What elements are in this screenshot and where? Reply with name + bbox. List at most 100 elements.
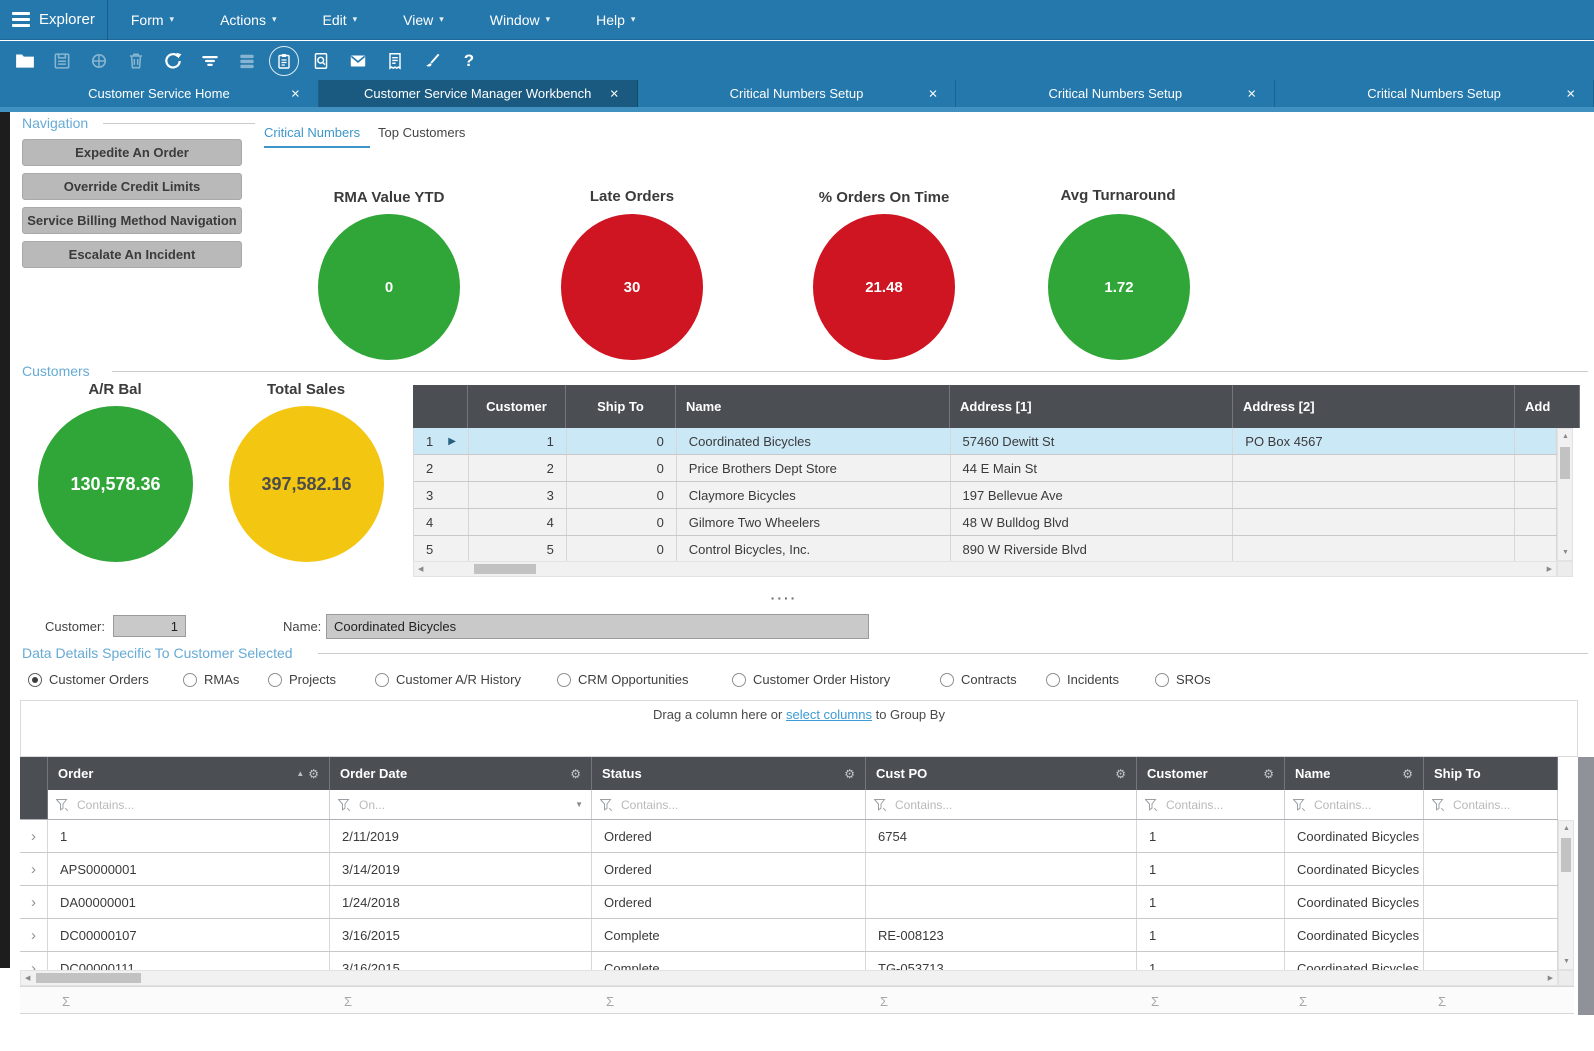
order-row-2[interactable]: › APS0000001 3/14/2019 Ordered 1 Coordin… [20, 853, 1558, 886]
name-field[interactable] [326, 614, 869, 639]
filter-funnel-icon[interactable] [1293, 799, 1306, 811]
customer-field[interactable] [113, 615, 186, 637]
column-header-address-2[interactable]: Address [2] [1233, 385, 1515, 428]
orders-vertical-scrollbar[interactable]: ▲ ▼ [1558, 820, 1574, 970]
invoice-icon[interactable] [380, 46, 410, 76]
radio-sros[interactable]: SROs [1155, 672, 1211, 687]
menu-actions[interactable]: Actions▾ [197, 0, 299, 40]
scroll-down-icon[interactable]: ▼ [1562, 549, 1569, 556]
delete-trash-icon[interactable] [121, 46, 151, 76]
help-icon[interactable]: ? [454, 46, 484, 76]
expand-row-icon[interactable]: › [31, 927, 36, 944]
filter-funnel-icon[interactable] [1432, 799, 1445, 811]
tab-critical-numbers-setup-3[interactable]: Critical Numbers Setup × [1275, 80, 1594, 107]
close-icon[interactable]: × [1247, 85, 1256, 102]
close-icon[interactable]: × [929, 85, 938, 102]
filter-funnel-icon[interactable] [874, 799, 887, 811]
save-icon[interactable] [47, 46, 77, 76]
column-header-address-3[interactable]: Add [1515, 385, 1580, 428]
tab-top-customers[interactable]: Top Customers [378, 125, 465, 140]
scrollbar-thumb[interactable] [36, 973, 141, 983]
radio-incidents[interactable]: Incidents [1046, 672, 1119, 687]
scrollbar-thumb[interactable] [1560, 447, 1570, 479]
scroll-right-icon[interactable]: ▶ [1548, 975, 1553, 982]
filter-funnel-icon[interactable] [338, 799, 351, 811]
order-row-1[interactable]: › 1 2/11/2019 Ordered 6754 1 Coordinated… [20, 820, 1558, 853]
workbench-clipboard-icon[interactable] [269, 46, 299, 76]
hamburger-menu-icon[interactable] [12, 12, 30, 27]
target-icon[interactable] [84, 46, 114, 76]
customer-row-4[interactable]: 4 4 0 Gilmore Two Wheelers 48 W Bulldog … [414, 509, 1557, 536]
row-layout-icon[interactable] [232, 46, 262, 76]
column-header-order-date[interactable]: Order Date⚙ [330, 757, 592, 790]
order-row-5[interactable]: › DC00000111 3/16/2015 Complete TG-05371… [20, 952, 1558, 970]
tab-customer-service-home[interactable]: Customer Service Home × [0, 80, 319, 107]
expand-row-icon[interactable]: › [31, 894, 36, 911]
service-billing-method-navigation-button[interactable]: Service Billing Method Navigation [22, 207, 242, 234]
escalate-an-incident-button[interactable]: Escalate An Incident [22, 241, 242, 268]
column-settings-gear-icon[interactable]: ⚙ [570, 767, 581, 781]
scroll-left-icon[interactable]: ◀ [25, 975, 30, 982]
radio-customer-order-history[interactable]: Customer Order History [732, 672, 890, 687]
filter-customer-input[interactable] [1164, 797, 1276, 813]
close-icon[interactable]: × [291, 85, 300, 102]
filter-ship-to-input[interactable] [1451, 797, 1549, 813]
orders-horizontal-scrollbar[interactable]: ◀ ▶ [20, 970, 1558, 986]
filter-cell-name[interactable] [1285, 790, 1424, 819]
close-icon[interactable]: × [610, 85, 619, 102]
column-header-status[interactable]: Status⚙ [592, 757, 866, 790]
radio-contracts[interactable]: Contracts [940, 672, 1017, 687]
filter-order-input[interactable] [75, 797, 321, 813]
filter-cell-cust-po[interactable] [866, 790, 1137, 819]
filter-cell-order[interactable] [48, 790, 330, 819]
filter-funnel-icon[interactable] [56, 799, 69, 811]
column-header-order[interactable]: Order▲⚙ [48, 757, 330, 790]
filter-icon[interactable] [195, 46, 225, 76]
customers-horizontal-scrollbar[interactable]: ◀ ▶ [413, 561, 1557, 577]
tab-critical-numbers[interactable]: Critical Numbers [264, 125, 360, 140]
filter-cell-status[interactable] [592, 790, 866, 819]
menu-window[interactable]: Window▾ [467, 0, 573, 40]
filter-status-input[interactable] [619, 797, 857, 813]
explorer-menu[interactable]: Explorer [39, 11, 95, 28]
open-folder-icon[interactable] [10, 46, 40, 76]
column-header-customer[interactable]: Customer [468, 385, 566, 428]
override-credit-limits-button[interactable]: Override Credit Limits [22, 173, 242, 200]
scroll-down-icon[interactable]: ▼ [1563, 958, 1570, 965]
filter-name-input[interactable] [1312, 797, 1415, 813]
tab-customer-service-manager-workbench[interactable]: Customer Service Manager Workbench × [319, 80, 638, 107]
select-columns-link[interactable]: select columns [786, 707, 872, 722]
filter-cell-customer[interactable] [1137, 790, 1285, 819]
menu-form[interactable]: Form▾ [108, 0, 197, 40]
column-settings-gear-icon[interactable]: ⚙ [308, 767, 319, 781]
filter-cell-ship-to[interactable] [1424, 790, 1558, 819]
filter-order-date-input[interactable] [357, 797, 583, 813]
expand-row-icon[interactable]: › [31, 861, 36, 878]
customer-row-2[interactable]: 2 2 0 Price Brothers Dept Store 44 E Mai… [414, 455, 1557, 482]
customer-row-3[interactable]: 3 3 0 Claymore Bicycles 197 Bellevue Ave [414, 482, 1557, 509]
column-header-ship-to[interactable]: Ship To [1424, 757, 1558, 790]
menu-edit[interactable]: Edit▾ [300, 0, 381, 40]
radio-crm-opportunities[interactable]: CRM Opportunities [557, 672, 689, 687]
tab-critical-numbers-setup-2[interactable]: Critical Numbers Setup × [956, 80, 1275, 107]
scroll-right-icon[interactable]: ▶ [1547, 566, 1552, 573]
panel-splitter-handle[interactable]: ···· [724, 590, 844, 606]
radio-rmas[interactable]: RMAs [183, 672, 239, 687]
expand-row-icon[interactable]: › [31, 960, 36, 971]
filter-cell-order-date[interactable]: ▼ [330, 790, 592, 819]
tab-critical-numbers-setup-1[interactable]: Critical Numbers Setup × [638, 80, 957, 107]
expand-row-icon[interactable]: › [31, 828, 36, 845]
filter-dropdown-caret-icon[interactable]: ▼ [575, 800, 583, 809]
column-settings-gear-icon[interactable]: ⚙ [1115, 767, 1126, 781]
column-header-address-1[interactable]: Address [1] [950, 385, 1233, 428]
filter-funnel-icon[interactable] [1145, 799, 1158, 811]
column-settings-gear-icon[interactable]: ⚙ [1263, 767, 1274, 781]
scrollbar-thumb[interactable] [474, 564, 536, 574]
radio-customer-orders[interactable]: Customer Orders [28, 672, 149, 687]
order-row-3[interactable]: › DA00000001 1/24/2018 Ordered 1 Coordin… [20, 886, 1558, 919]
radio-customer-ar-history[interactable]: Customer A/R History [375, 672, 521, 687]
scrollbar-thumb[interactable] [1561, 838, 1571, 872]
column-header-name[interactable]: Name⚙ [1285, 757, 1424, 790]
order-row-4[interactable]: › DC00000107 3/16/2015 Complete RE-00812… [20, 919, 1558, 952]
refresh-icon[interactable] [158, 46, 188, 76]
